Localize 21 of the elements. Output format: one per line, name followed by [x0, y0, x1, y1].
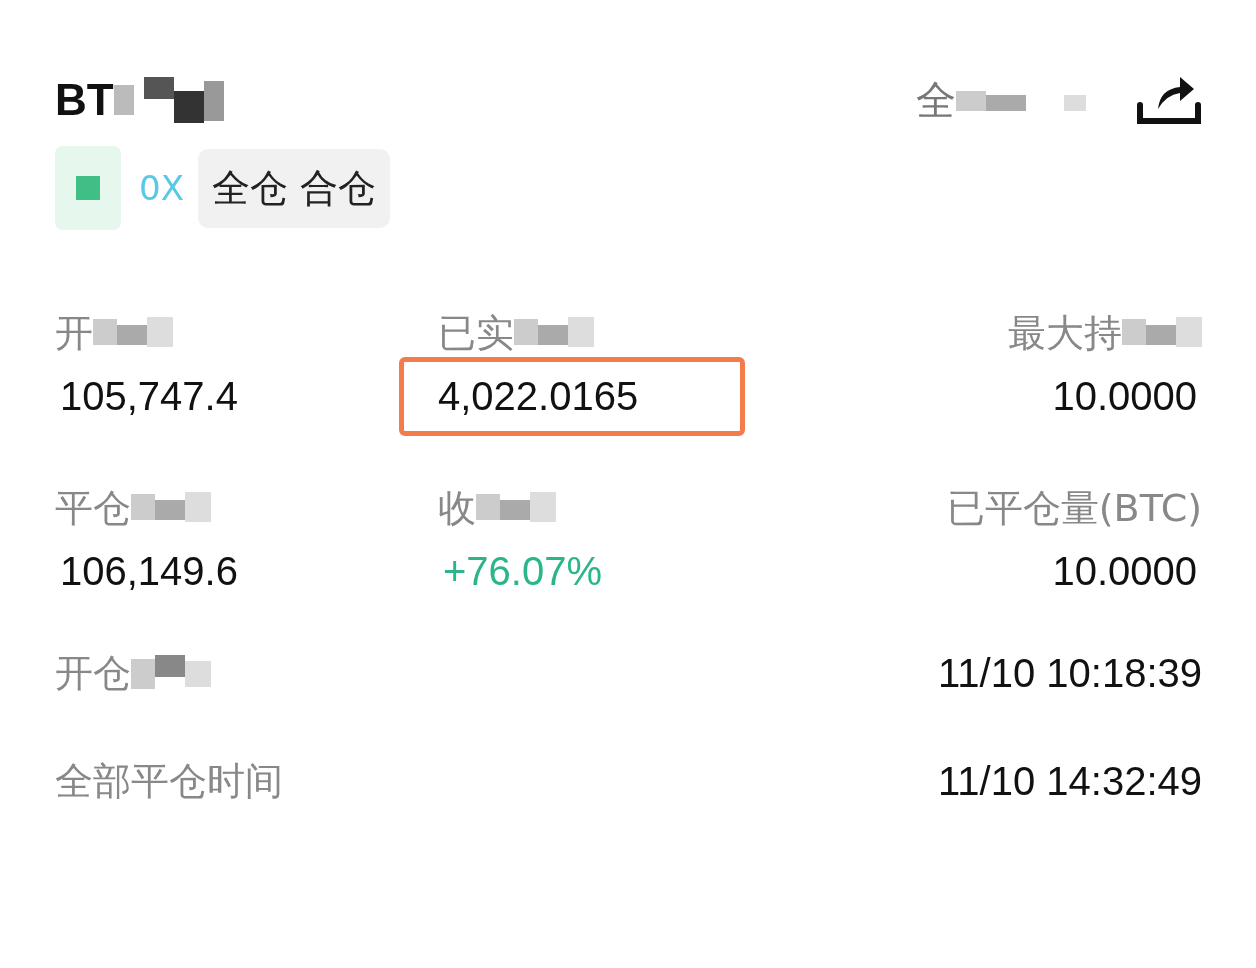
- stat-label: 已平仓量(BTC): [946, 484, 1202, 532]
- stat-label: 平仓: [55, 484, 131, 532]
- stat-label: 收: [438, 484, 476, 532]
- time-label: 全部平仓时间: [55, 757, 283, 805]
- stat-value: +76.07%: [442, 548, 604, 595]
- exchange-name: 0X: [139, 168, 184, 208]
- stat-label: 开: [55, 309, 93, 357]
- stat-value: 10.0000: [1051, 373, 1198, 420]
- stat-label: 已实: [438, 309, 514, 357]
- pair-title: BT: [55, 75, 114, 125]
- time-value: 11/10 14:32:49: [938, 758, 1202, 804]
- stat-label: 最大持: [1008, 309, 1122, 357]
- stat-value: 106,149.6: [59, 548, 239, 595]
- stat-value: 10.0000: [1051, 548, 1198, 595]
- time-value: 11/10 10:18:39: [938, 650, 1202, 696]
- stat-value: 105,747.4: [59, 373, 239, 420]
- time-label: 开仓: [55, 649, 131, 697]
- stat-value: 4,022.0165: [399, 357, 746, 436]
- filter-label[interactable]: 全: [916, 72, 956, 128]
- margin-mode-tag: 全仓 合仓: [197, 148, 391, 228]
- exchange-logo-icon: [55, 146, 121, 230]
